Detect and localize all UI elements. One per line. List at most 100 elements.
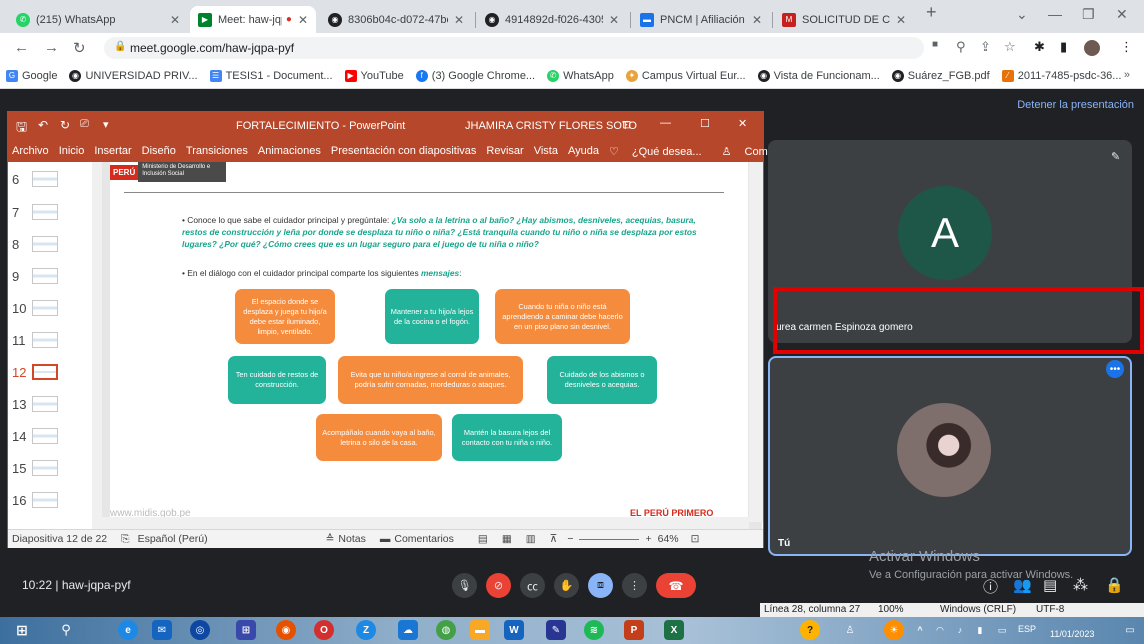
zoom-level[interactable]: 64% <box>658 533 679 545</box>
people-tray-icon[interactable]: ♙ <box>840 620 860 640</box>
tab-meet[interactable]: ▶ Meet: haw-jqpa-p ● ✕ <box>190 6 316 33</box>
chrome-icon[interactable]: ◍ <box>436 620 456 640</box>
present-button[interactable]: ⧈ <box>588 573 613 598</box>
zoom-app-icon[interactable]: Z <box>356 620 376 640</box>
battery-icon[interactable]: ▮ <box>970 620 990 640</box>
start-slideshow-icon[interactable]: ⎚ <box>80 118 89 131</box>
share-icon[interactable]: ⇪ <box>980 39 991 55</box>
tab-gmail[interactable]: M SOLICITUD DE COTIZ ✕ <box>774 6 914 33</box>
bookmark-google[interactable]: G Google <box>6 69 57 82</box>
system-clock[interactable]: 11/01/2023 <box>1050 618 1094 640</box>
close-icon[interactable]: ✕ <box>896 13 906 27</box>
slideshow-view-icon[interactable]: ⊼ <box>550 533 558 545</box>
slide-thumb[interactable]: 7 <box>12 198 82 226</box>
forward-arrow-icon[interactable]: → <box>44 39 59 56</box>
extensions-icon[interactable]: ✱ <box>1034 39 1045 55</box>
spotify-icon[interactable]: ≋ <box>584 620 604 640</box>
close-icon[interactable]: ✕ <box>298 13 308 27</box>
windows-start-icon[interactable]: ⊞ <box>12 620 32 640</box>
bookmark-vista[interactable]: ◉ Vista de Funcionam... <box>757 69 880 82</box>
new-tab-button[interactable]: + <box>926 2 937 23</box>
slide-thumb-selected[interactable]: 12 <box>12 358 82 386</box>
accessibility-icon[interactable]: ⎘ <box>121 533 129 546</box>
bookmark-whatsapp[interactable]: ✆ WhatsApp <box>547 69 614 82</box>
slide-thumb[interactable]: 10 <box>12 294 82 322</box>
messenger-icon[interactable]: ☁ <box>398 620 418 640</box>
file-explorer-icon[interactable]: ▬ <box>470 620 490 640</box>
keyboard-icon[interactable]: ▭ <box>992 620 1012 640</box>
zoom-out-icon[interactable]: − <box>567 533 573 545</box>
stop-presentation-button[interactable]: Detener la presentación <box>1017 99 1134 111</box>
bookmark-facebook[interactable]: f (3) Google Chrome... <box>415 69 535 82</box>
slide-vertical-scrollbar[interactable] <box>749 162 763 522</box>
tab-doc-2[interactable]: ◉ 4914892d-f026-4305- ✕ <box>477 6 627 33</box>
host-controls-icon[interactable]: 🔒 <box>1105 576 1124 594</box>
close-icon[interactable]: ✕ <box>752 13 762 27</box>
slide-thumb[interactable]: 13 <box>12 390 82 418</box>
bookmark-star-icon[interactable]: ☆ <box>1004 39 1016 55</box>
zoom-in-icon[interactable]: + <box>645 533 651 545</box>
microphone-button[interactable]: 🎙 <box>452 573 477 598</box>
more-options-button[interactable]: ⋮ <box>622 573 647 598</box>
profile-avatar[interactable] <box>1084 40 1100 56</box>
notifications-icon[interactable]: ▭ <box>1120 620 1140 640</box>
mail-icon[interactable]: ✉ <box>152 620 172 640</box>
camera-icon[interactable]: ■ <box>932 39 938 50</box>
excel-icon[interactable]: X <box>664 620 684 640</box>
ribbon-tab-transiciones[interactable]: Transiciones <box>186 145 248 157</box>
tab-search-icon[interactable]: ⌄ <box>1016 6 1028 23</box>
camera-off-button[interactable]: ⊘ <box>486 573 511 598</box>
reading-view-icon[interactable]: ▥ <box>526 533 536 545</box>
ribbon-tab-diseno[interactable]: Diseño <box>142 145 176 157</box>
ppt-close-button[interactable]: ✕ <box>738 117 747 130</box>
save-icon[interactable]: 🖫 <box>16 118 27 140</box>
tab-pncm[interactable]: ▬ PNCM | Afiliación de ✕ <box>632 6 770 33</box>
store-icon[interactable]: ⊞ <box>236 620 256 640</box>
ribbon-tab-inicio[interactable]: Inicio <box>59 145 85 157</box>
edge-icon[interactable]: e <box>118 620 138 640</box>
kebab-menu-icon[interactable]: ⋮ <box>1120 39 1133 55</box>
bookmark-universidad[interactable]: ◉ UNIVERSIDAD PRIV... <box>69 69 198 82</box>
more-bookmarks-icon[interactable]: » <box>1124 69 1130 81</box>
tray-chevron-icon[interactable]: ^ <box>910 620 930 640</box>
ribbon-tab-revisar[interactable]: Revisar <box>486 145 523 157</box>
ribbon-tab-vista[interactable]: Vista <box>534 145 558 157</box>
more-options-icon[interactable]: ••• <box>1106 360 1124 378</box>
bookmark-suarez[interactable]: ◉ Suárez_FGB.pdf <box>891 69 990 82</box>
comments-button[interactable]: Comentarios <box>394 533 454 545</box>
cortana-icon[interactable]: ◎ <box>190 620 210 640</box>
firefox-icon[interactable]: ◉ <box>276 620 296 640</box>
captions-button[interactable]: ㏄ <box>520 573 545 598</box>
language-indicator[interactable]: Español (Perú) <box>138 533 208 545</box>
opera-icon[interactable]: O <box>314 620 334 640</box>
close-icon[interactable]: ✕ <box>170 13 180 27</box>
reload-icon[interactable]: ↻ <box>73 39 86 57</box>
restore-button[interactable]: ❐ <box>1082 6 1095 23</box>
undo-icon[interactable]: ↶ <box>38 118 48 132</box>
wifi-icon[interactable]: ◠ <box>930 620 950 640</box>
customize-toolbar-icon[interactable]: ▾ <box>103 118 109 131</box>
minimize-button[interactable]: — <box>1048 6 1062 22</box>
ribbon-tab-animaciones[interactable]: Animaciones <box>258 145 321 157</box>
redo-icon[interactable]: ↻ <box>60 118 70 132</box>
help-icon[interactable]: ? <box>800 620 820 640</box>
ribbon-tab-archivo[interactable]: Archivo <box>12 145 49 157</box>
bookmark-youtube[interactable]: ▶ YouTube <box>344 69 404 82</box>
normal-view-icon[interactable]: ▤ <box>478 533 488 545</box>
activities-icon[interactable]: ⁂ <box>1073 576 1088 594</box>
tell-me-search[interactable]: ♡ ¿Qué desea... <box>609 145 712 158</box>
tab-doc-1[interactable]: ◉ 8306b04c-d072-47be ✕ <box>320 6 472 33</box>
notes-button[interactable]: Notas <box>338 533 365 545</box>
bookmark-campus[interactable]: ✦ Campus Virtual Eur... <box>625 69 746 82</box>
address-bar[interactable]: 🔒 meet.google.com/haw-jqpa-pyf <box>104 37 924 59</box>
thumbnail-scrollbar[interactable] <box>92 162 102 529</box>
ribbon-tab-insertar[interactable]: Insertar <box>94 145 131 157</box>
zoom-slider[interactable] <box>579 538 640 540</box>
slide-thumb[interactable]: 8 <box>12 230 82 258</box>
close-icon[interactable]: ✕ <box>454 13 464 27</box>
bookmark-tesis[interactable]: ☰ TESIS1 - Document... <box>209 69 333 82</box>
leave-call-button[interactable]: ☎ <box>656 573 696 598</box>
powerpoint-icon[interactable]: P <box>624 620 644 640</box>
zoom-icon[interactable]: ⚲ <box>956 39 966 55</box>
ribbon-tab-presentacion[interactable]: Presentación con diapositivas <box>331 145 477 157</box>
